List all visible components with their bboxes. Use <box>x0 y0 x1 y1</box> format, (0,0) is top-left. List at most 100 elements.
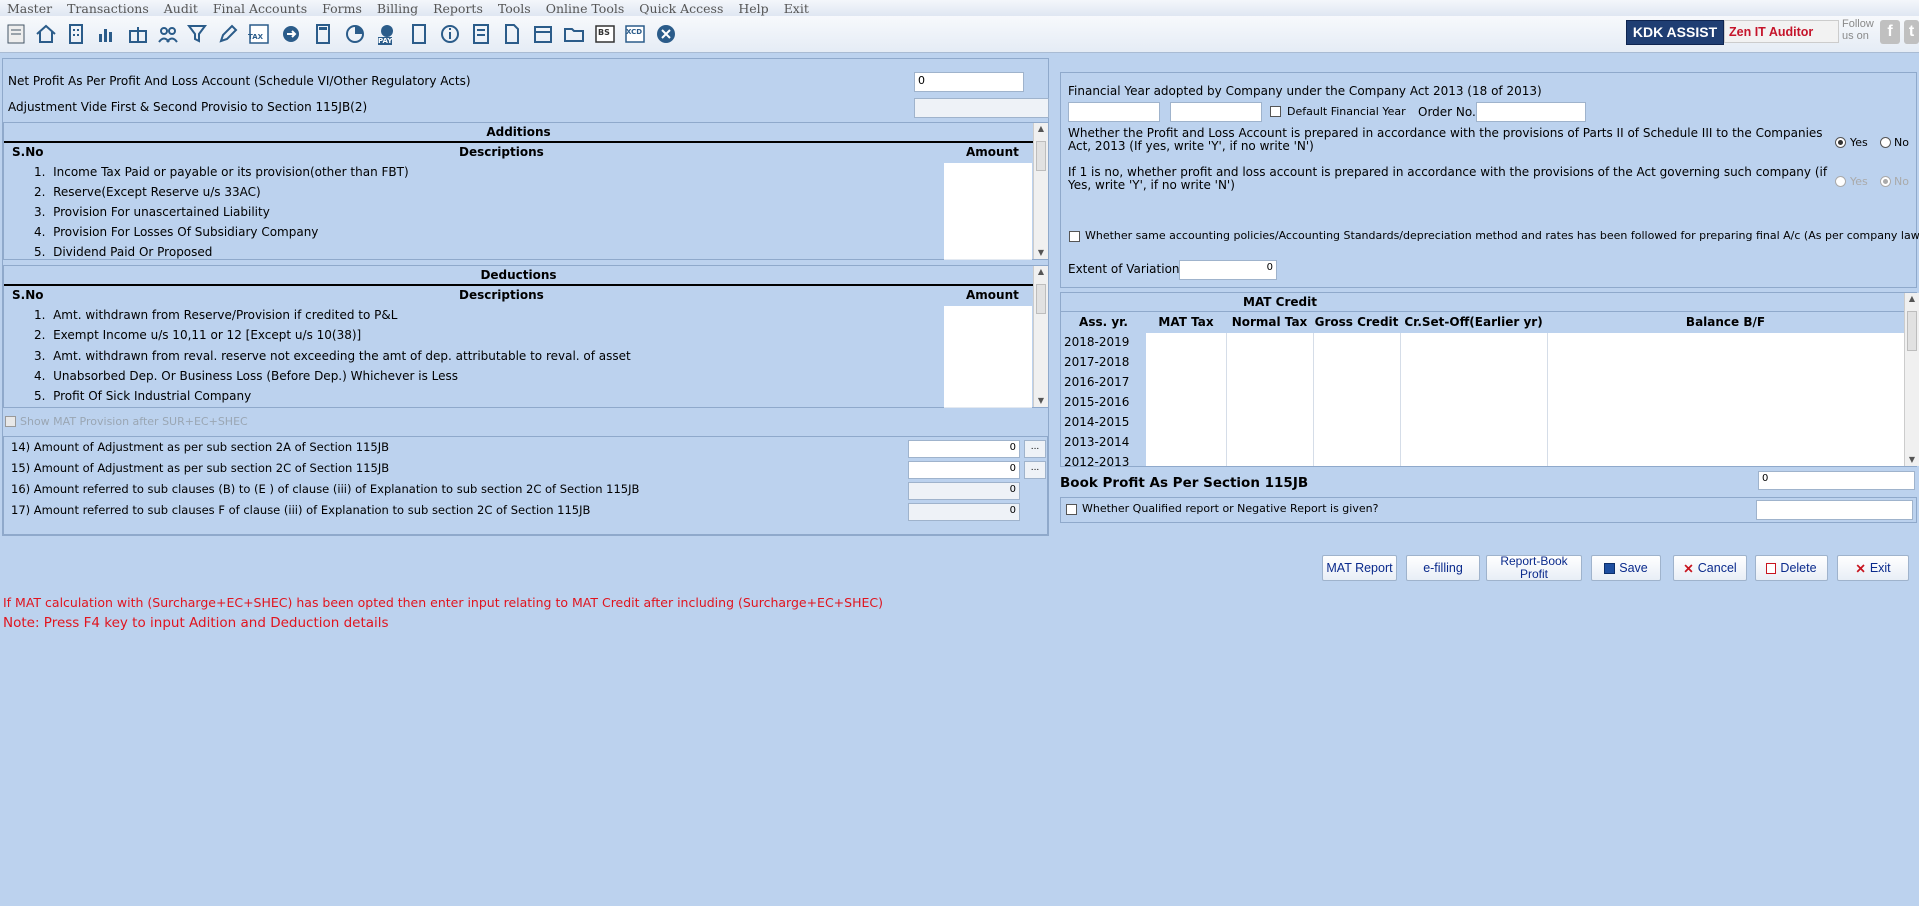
kdk-assist-button[interactable]: KDK ASSIST <box>1626 20 1724 45</box>
qualified-report-checkbox[interactable] <box>1066 504 1077 515</box>
exit-icon: ✕ <box>1855 561 1866 576</box>
twitter-icon[interactable]: t <box>1904 20 1919 44</box>
menu-reports[interactable]: Reports <box>433 1 483 16</box>
save-button[interactable]: Save <box>1591 555 1661 581</box>
item-15-input[interactable]: 0 <box>908 461 1020 479</box>
exit-button[interactable]: ✕ Exit <box>1837 555 1909 581</box>
q2-yes-radio[interactable] <box>1835 176 1846 187</box>
q1-no-radio[interactable] <box>1880 137 1891 148</box>
pie-chart-icon[interactable] <box>343 22 367 46</box>
item-16-input[interactable]: 0 <box>908 482 1020 500</box>
facebook-icon[interactable]: f <box>1880 20 1900 44</box>
deductions-row[interactable]: 2. Exempt Income u/s 10,11 or 12 [Except… <box>34 328 361 342</box>
deductions-row[interactable]: 5. Profit Of Sick Industrial Company <box>34 389 251 403</box>
extent-input[interactable]: 0 <box>1179 260 1277 280</box>
mat-report-button[interactable]: MAT Report <box>1322 555 1397 581</box>
tax-icon[interactable]: TAX <box>247 22 271 46</box>
item-15-browse-button[interactable]: ... <box>1024 461 1046 479</box>
mat-credit-cells[interactable] <box>1146 333 1904 466</box>
item-14-input[interactable]: 0 <box>908 440 1020 458</box>
book-profit-input[interactable]: 0 <box>1758 471 1915 490</box>
menu-transactions[interactable]: Transactions <box>67 1 149 16</box>
pay-icon[interactable]: PAY <box>375 22 399 46</box>
deductions-row[interactable]: 3. Amt. withdrawn from reval. reserve no… <box>34 349 631 363</box>
mat-row-year[interactable]: 2016-2017 <box>1064 375 1129 389</box>
additions-row[interactable]: 2. Reserve(Except Reserve u/s 33AC) <box>34 185 261 199</box>
item-17-input[interactable]: 0 <box>908 503 1020 521</box>
additions-amount-column[interactable] <box>944 163 1032 260</box>
filter-icon[interactable] <box>186 22 210 46</box>
efilling-button[interactable]: e-filling <box>1406 555 1480 581</box>
additions-row[interactable]: 1. Income Tax Paid or payable or its pro… <box>34 165 409 179</box>
policies-label: Whether same accounting policies/Account… <box>1085 229 1919 242</box>
cancel-icon: ✕ <box>1683 561 1694 576</box>
policies-checkbox[interactable] <box>1069 231 1080 242</box>
form-icon[interactable] <box>4 22 28 46</box>
item-14-browse-button[interactable]: ... <box>1024 440 1046 458</box>
deductions-row[interactable]: 1. Amt. withdrawn from Reserve/Provision… <box>34 308 397 322</box>
deductions-row[interactable]: 4. Unabsorbed Dep. Or Business Loss (Bef… <box>34 369 458 383</box>
mat-col-gross-credit: Gross Credit <box>1314 315 1399 329</box>
menu-online-tools[interactable]: Online Tools <box>546 1 625 16</box>
deductions-col-desc: Descriptions <box>459 288 544 302</box>
chart-icon[interactable] <box>94 22 118 46</box>
cancel-button[interactable]: ✕ Cancel <box>1673 555 1747 581</box>
home-icon[interactable] <box>34 22 58 46</box>
menu-quick-access[interactable]: Quick Access <box>639 1 723 16</box>
q1-yes-label: Yes <box>1850 136 1868 149</box>
xcd-icon[interactable]: XCD <box>623 22 647 46</box>
graph-icon[interactable] <box>279 22 303 46</box>
additions-row[interactable]: 3. Provision For unascertained Liability <box>34 205 270 219</box>
qualified-report-input[interactable] <box>1756 500 1913 520</box>
document-icon[interactable] <box>500 22 524 46</box>
report-icon[interactable] <box>469 22 493 46</box>
q2-no-radio[interactable] <box>1880 176 1891 187</box>
net-profit-input[interactable]: 0 <box>914 72 1024 92</box>
additions-scrollbar[interactable]: ▲ ▼ <box>1033 123 1048 259</box>
delete-icon <box>1766 562 1777 574</box>
delete-button[interactable]: Delete <box>1755 555 1828 581</box>
close-icon[interactable] <box>654 22 678 46</box>
additions-row[interactable]: 5. Dividend Paid Or Proposed <box>34 245 212 259</box>
fy-from-input[interactable] <box>1068 102 1160 122</box>
adjustment-input[interactable] <box>914 98 1049 118</box>
bs-icon[interactable]: BS <box>593 22 617 46</box>
order-no-input[interactable] <box>1476 102 1586 122</box>
mat-row-year[interactable]: 2018-2019 <box>1064 335 1129 349</box>
fy-to-input[interactable] <box>1170 102 1262 122</box>
gift-icon[interactable] <box>126 22 150 46</box>
menu-billing[interactable]: Billing <box>377 1 418 16</box>
menu-exit[interactable]: Exit <box>784 1 809 16</box>
report-book-profit-button[interactable]: Report-Book Profit <box>1486 555 1582 581</box>
menu-tools[interactable]: Tools <box>498 1 531 16</box>
additions-row[interactable]: 4. Provision For Losses Of Subsidiary Co… <box>34 225 318 239</box>
info-icon[interactable] <box>438 22 462 46</box>
deductions-scrollbar[interactable]: ▲ ▼ <box>1033 266 1048 407</box>
menu-master[interactable]: Master <box>7 1 52 16</box>
mat-row-year[interactable]: 2013-2014 <box>1064 435 1129 449</box>
mat-row-year[interactable]: 2017-2018 <box>1064 355 1129 369</box>
additions-col-sno: S.No <box>12 145 44 159</box>
mat-credit-scrollbar[interactable]: ▲ ▼ <box>1904 293 1919 466</box>
mat-row-year[interactable]: 2012-2013 <box>1064 455 1129 466</box>
item-16-label: 16) Amount referred to sub clauses (B) t… <box>11 482 640 496</box>
menu-help[interactable]: Help <box>738 1 768 16</box>
item-14-label: 14) Amount of Adjustment as per sub sect… <box>11 440 389 454</box>
folder-add-icon[interactable] <box>562 22 586 46</box>
users-icon[interactable] <box>156 22 180 46</box>
q1-yes-radio[interactable] <box>1835 137 1846 148</box>
zen-it-auditor-label[interactable]: Zen IT Auditor <box>1724 20 1839 43</box>
book-icon[interactable] <box>407 22 431 46</box>
menu-forms[interactable]: Forms <box>322 1 362 16</box>
menu-final-accounts[interactable]: Final Accounts <box>213 1 307 16</box>
menu-audit[interactable]: Audit <box>164 1 198 16</box>
calculator-icon[interactable] <box>311 22 335 46</box>
calendar-icon[interactable] <box>531 22 555 46</box>
pen-icon[interactable] <box>216 22 240 46</box>
deductions-amount-column[interactable] <box>944 306 1032 408</box>
building-icon[interactable] <box>64 22 88 46</box>
default-fy-checkbox[interactable] <box>1270 106 1281 117</box>
show-mat-checkbox[interactable] <box>5 416 16 427</box>
mat-row-year[interactable]: 2014-2015 <box>1064 415 1129 429</box>
mat-row-year[interactable]: 2015-2016 <box>1064 395 1129 409</box>
